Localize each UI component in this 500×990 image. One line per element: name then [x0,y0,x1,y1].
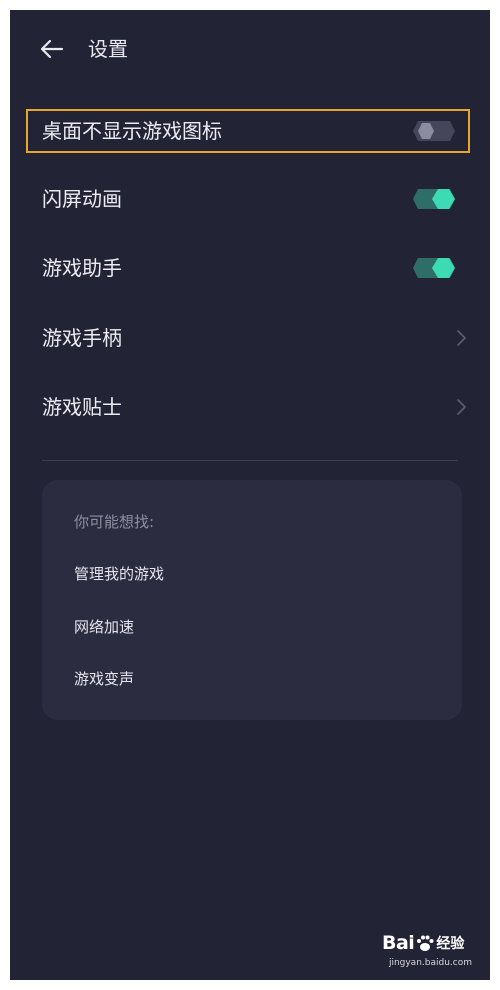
chevron-right-icon [454,397,468,417]
page-title: 设置 [88,37,128,61]
header: 设置 [10,28,490,70]
setting-hide-desktop-icon[interactable]: 桌面不显示游戏图标 [26,109,470,153]
watermark: Bai 经验 jingyan.baidu.com [382,930,472,974]
suggestions-card: 你可能想找: 管理我的游戏 网络加速 游戏变声 [42,480,462,720]
hide-desktop-icon-toggle[interactable] [412,120,456,142]
setting-label: 游戏助手 [42,256,122,280]
splash-animation-toggle[interactable] [412,188,456,210]
suggestion-link[interactable]: 网络加速 [74,617,134,637]
toggle-switch-icon [413,258,455,278]
game-assistant-toggle[interactable] [412,257,456,279]
paw-icon [417,935,434,951]
setting-label: 游戏贴士 [42,395,122,419]
watermark-url: jingyan.baidu.com [388,958,472,968]
setting-game-tips[interactable]: 游戏贴士 [26,385,470,429]
back-button[interactable] [38,36,66,62]
suggestions-title: 你可能想找: [74,513,155,531]
setting-label: 游戏手柄 [42,326,122,350]
watermark-brand: Bai [382,932,415,954]
suggestion-link[interactable]: 游戏变声 [74,669,134,689]
arrow-left-icon [40,39,64,59]
suggestion-link[interactable]: 管理我的游戏 [74,564,164,584]
setting-label: 桌面不显示游戏图标 [42,119,222,143]
setting-gamepad[interactable]: 游戏手柄 [26,316,470,360]
chevron-right-icon [454,328,468,348]
toggle-switch-icon [413,189,455,209]
settings-screen: 设置 桌面不显示游戏图标 闪屏动画 游戏助手 游戏手柄 游戏贴士 你可能想找: … [10,10,490,980]
setting-label: 闪屏动画 [42,187,122,211]
setting-game-assistant[interactable]: 游戏助手 [26,246,470,290]
toggle-switch-icon [413,121,455,141]
setting-splash-animation[interactable]: 闪屏动画 [26,177,470,221]
divider [42,460,458,461]
watermark-cn: 经验 [436,936,465,952]
